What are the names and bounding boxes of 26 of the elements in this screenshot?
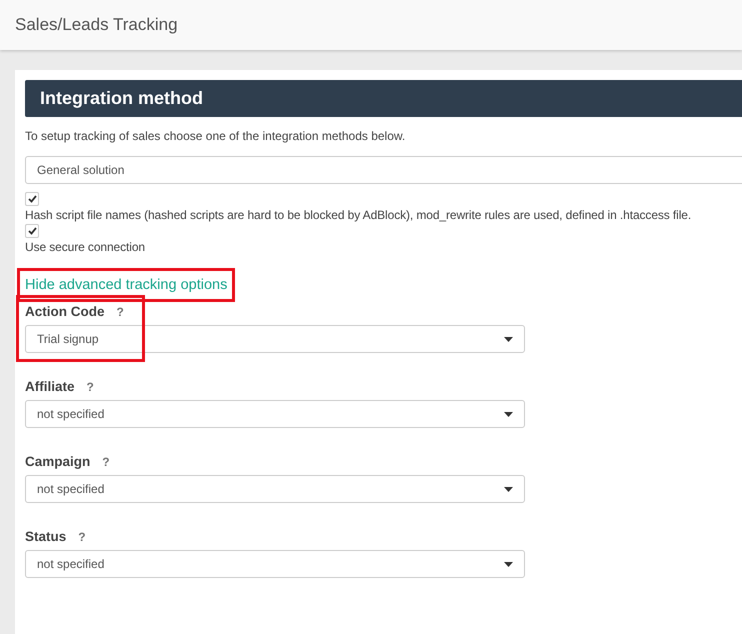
- checkbox[interactable]: [25, 192, 39, 206]
- dropdown-select[interactable]: not specified: [25, 475, 525, 503]
- check-icon: [28, 227, 36, 235]
- caret-icon: [504, 412, 513, 416]
- description-text: To setup tracking of sales choose one of the integration methods below.: [25, 129, 406, 143]
- help-icon[interactable]: ?: [86, 380, 94, 394]
- dropdown-select[interactable]: not specified: [25, 400, 525, 428]
- checkbox[interactable]: [25, 224, 39, 238]
- field-label: Affiliate: [25, 379, 75, 394]
- check-icon: [28, 195, 36, 203]
- field-label: Status: [25, 529, 66, 544]
- section-title: Integration method: [40, 88, 203, 109]
- caret-icon: [504, 562, 513, 566]
- dropdown-select[interactable]: not specified: [25, 550, 525, 578]
- caret-icon: [504, 486, 513, 492]
- help-icon[interactable]: ?: [116, 304, 124, 318]
- field-label: Campaign: [25, 454, 90, 469]
- dropdown-select[interactable]: Trial signup: [25, 325, 525, 353]
- method-select[interactable]: General solution: [25, 156, 742, 184]
- checkbox-label: Hash script file names (hashed scripts are hard to be blocked by AdBlock), mod_rewrite rules are used, defined in .htaccess file.: [25, 208, 692, 222]
- field-label: Action Code: [25, 304, 104, 319]
- checkbox-label: Use secure connection: [25, 240, 145, 254]
- help-icon[interactable]: ?: [78, 530, 86, 544]
- page-title: Sales/Leads Tracking: [15, 15, 178, 35]
- caret-icon: [504, 336, 513, 342]
- help-icon[interactable]: ?: [102, 454, 110, 468]
